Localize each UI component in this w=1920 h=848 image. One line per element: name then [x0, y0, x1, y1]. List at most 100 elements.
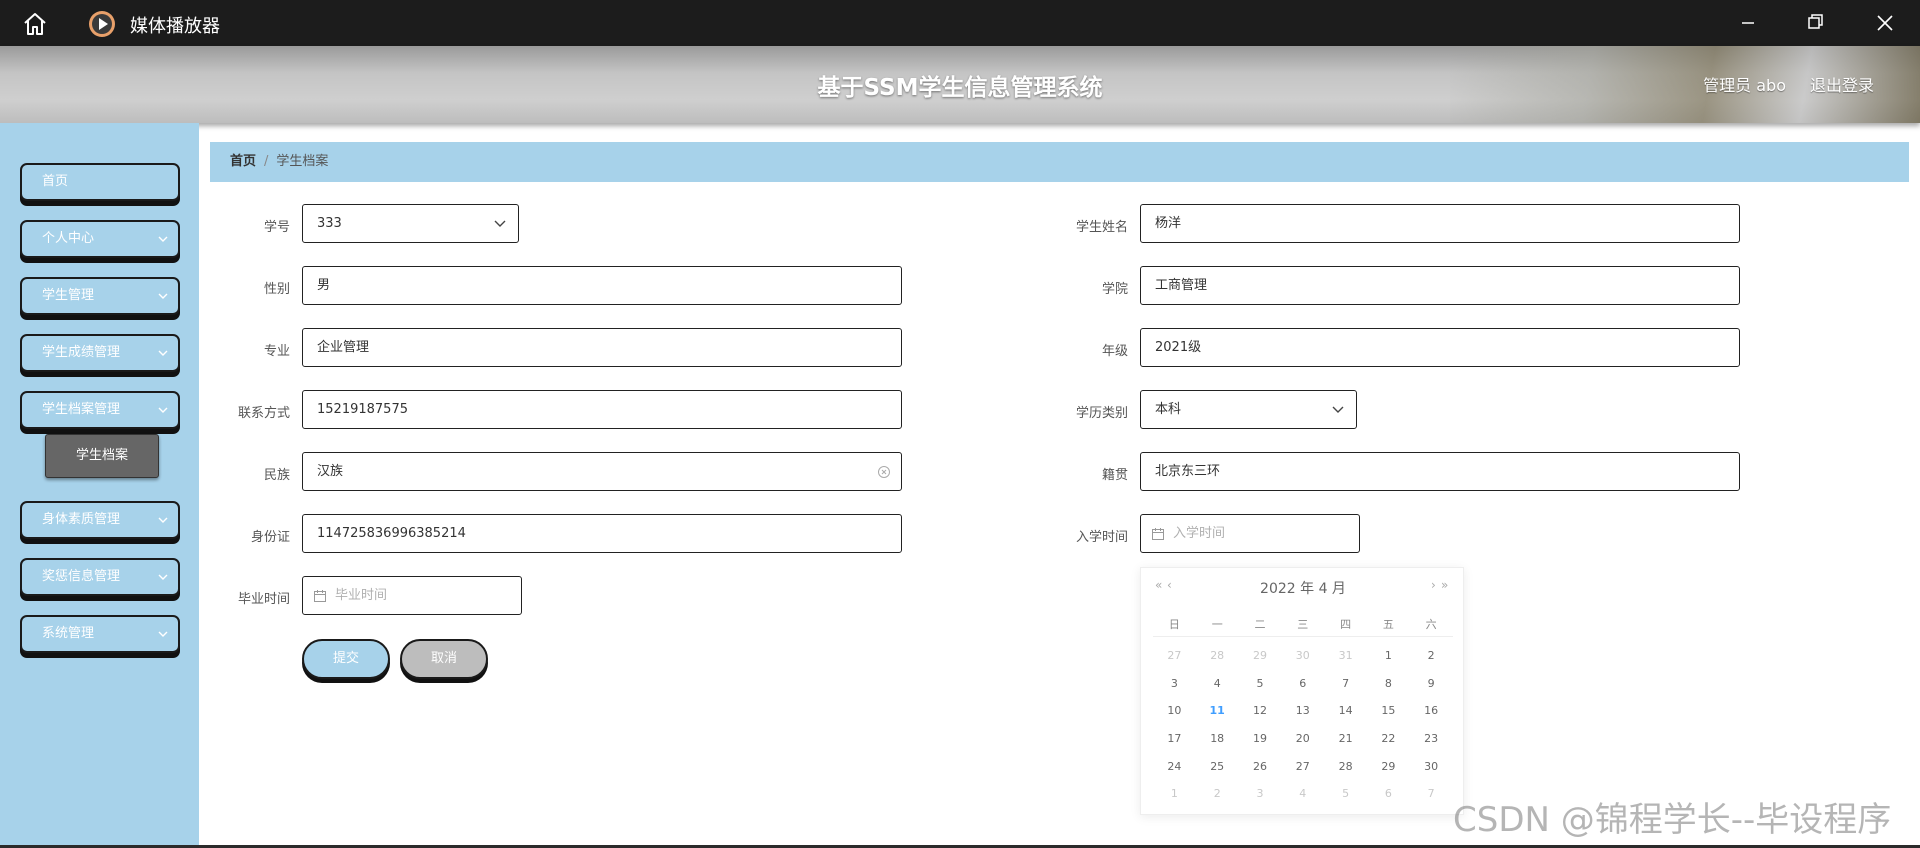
date-cell[interactable]: 20	[1281, 725, 1324, 753]
date-cell[interactable]: 13	[1281, 697, 1324, 725]
enroll-time-datepicker[interactable]: 入学时间	[1140, 514, 1360, 553]
sidebar-item-reward-management[interactable]: 奖惩信息管理	[20, 558, 180, 596]
week-row: 10 11 12 13 14 15 16	[1153, 697, 1453, 725]
sidebar-item-label: 学生档案管理	[42, 402, 121, 417]
date-cell[interactable]: 1	[1367, 642, 1410, 670]
weekday-label: 四	[1340, 618, 1352, 631]
weekday-label: 二	[1254, 618, 1266, 631]
date-cell[interactable]: 23	[1410, 725, 1453, 753]
grade-input[interactable]: 2021级	[1140, 328, 1740, 367]
date-cell[interactable]: 6	[1281, 670, 1324, 698]
date-cell[interactable]: 3	[1153, 670, 1196, 698]
student-name-input[interactable]: 杨洋	[1140, 204, 1740, 243]
college-input[interactable]: 工商管理	[1140, 266, 1740, 305]
sidebar-item-label: 首页	[42, 174, 69, 189]
cancel-button[interactable]: 取消	[400, 639, 488, 679]
sidebar-item-student-management[interactable]: 学生管理	[20, 277, 180, 315]
gender-input[interactable]: 男	[302, 266, 902, 305]
date-cell[interactable]: 4	[1281, 780, 1324, 808]
minimize-icon[interactable]	[1733, 10, 1763, 36]
sidebar-item-system-management[interactable]: 系统管理	[20, 615, 180, 653]
date-cell[interactable]: 21	[1324, 725, 1367, 753]
breadcrumb-home[interactable]: 首页	[230, 154, 256, 169]
education-label: 学历类别	[1075, 406, 1128, 421]
date-cell[interactable]: 28	[1196, 642, 1239, 670]
date-cell[interactable]: 14	[1324, 697, 1367, 725]
date-cell[interactable]: 31	[1324, 642, 1367, 670]
date-cell[interactable]: 24	[1153, 753, 1196, 781]
week-row: 17 18 19 20 21 22 23	[1153, 725, 1453, 753]
id-card-input[interactable]: 114725836996385214	[302, 514, 902, 553]
sidebar-item-label: 系统管理	[42, 626, 95, 641]
restore-icon[interactable]	[1800, 10, 1830, 36]
weekday-label: 六	[1425, 618, 1437, 631]
ethnicity-value: 汉族	[317, 464, 344, 479]
sidebar-item-physical-management[interactable]: 身体素质管理	[20, 501, 180, 539]
clear-icon[interactable]	[877, 465, 891, 479]
date-cell[interactable]: 5	[1239, 670, 1282, 698]
date-cell[interactable]: 2	[1410, 642, 1453, 670]
close-icon[interactable]	[1870, 10, 1900, 36]
sidebar-item-personal-center[interactable]: 个人中心	[20, 220, 180, 258]
date-picker-divider	[1153, 636, 1453, 637]
date-cell[interactable]: 29	[1367, 753, 1410, 781]
enroll-time-label: 入学时间	[1075, 530, 1128, 545]
date-cell[interactable]: 16	[1410, 697, 1453, 725]
date-cell[interactable]: 3	[1239, 780, 1282, 808]
student-no-select[interactable]: 333	[302, 204, 519, 243]
date-cell[interactable]: 9	[1410, 670, 1453, 698]
date-cell[interactable]: 7	[1324, 670, 1367, 698]
ethnicity-input[interactable]: 汉族	[302, 452, 902, 491]
date-cell[interactable]: 18	[1196, 725, 1239, 753]
sidebar-subitem-student-archive[interactable]: 学生档案	[45, 434, 159, 478]
date-cell[interactable]: 26	[1239, 753, 1282, 781]
contact-input[interactable]: 15219187575	[302, 390, 902, 429]
major-input[interactable]: 企业管理	[302, 328, 902, 367]
date-cell[interactable]: 8	[1367, 670, 1410, 698]
next-month-button[interactable]: ›	[1431, 578, 1436, 592]
date-cell[interactable]: 7	[1410, 780, 1453, 808]
submit-button[interactable]: 提交	[302, 639, 390, 679]
date-cell[interactable]: 1	[1153, 780, 1196, 808]
app-header: 基于SSM学生信息管理系统 管理员 abo 退出登录	[0, 46, 1920, 123]
date-cell[interactable]: 30	[1281, 642, 1324, 670]
date-cell[interactable]: 15	[1367, 697, 1410, 725]
week-row: 27 28 29 30 31 1 2	[1153, 642, 1453, 670]
date-cell[interactable]: 6	[1367, 780, 1410, 808]
home-icon[interactable]	[22, 11, 48, 37]
date-cell[interactable]: 27	[1153, 642, 1196, 670]
native-place-label: 籍贯	[1101, 468, 1128, 483]
calendar-icon	[1152, 528, 1164, 540]
date-cell[interactable]: 28	[1324, 753, 1367, 781]
date-cell[interactable]: 29	[1239, 642, 1282, 670]
date-cell[interactable]: 30	[1410, 753, 1453, 781]
system-title: 基于SSM学生信息管理系统	[817, 75, 1103, 101]
date-cell[interactable]: 5	[1324, 780, 1367, 808]
window-titlebar: 媒体播放器	[0, 0, 1920, 46]
week-row: 24 25 26 27 28 29 30	[1153, 753, 1453, 781]
breadcrumb: 首页 / 学生档案	[210, 142, 1909, 182]
native-place-input[interactable]: 北京东三环	[1140, 452, 1740, 491]
sidebar-item-home[interactable]: 首页	[20, 163, 180, 201]
sidebar-item-score-management[interactable]: 学生成绩管理	[20, 334, 180, 372]
date-cell[interactable]: 22	[1367, 725, 1410, 753]
week-row: 3 4 5 6 7 8 9	[1153, 670, 1453, 698]
date-cell-today[interactable]: 11	[1196, 697, 1239, 725]
sidebar-item-archive-management[interactable]: 学生档案管理	[20, 391, 180, 429]
date-cell[interactable]: 25	[1196, 753, 1239, 781]
next-year-button[interactable]: »	[1441, 578, 1448, 592]
date-cell[interactable]: 2	[1196, 780, 1239, 808]
breadcrumb-current: 学生档案	[276, 154, 329, 169]
grad-time-placeholder: 毕业时间	[335, 588, 388, 603]
date-cell[interactable]: 10	[1153, 697, 1196, 725]
date-cell[interactable]: 27	[1281, 753, 1324, 781]
weekday-label: 日	[1168, 618, 1180, 631]
date-cell[interactable]: 12	[1239, 697, 1282, 725]
date-cell[interactable]: 17	[1153, 725, 1196, 753]
logout-link[interactable]: 退出登录	[1810, 72, 1874, 96]
education-select[interactable]: 本科	[1140, 390, 1357, 429]
grad-time-datepicker[interactable]: 毕业时间	[302, 576, 522, 615]
student-no-value: 333	[317, 216, 342, 231]
date-cell[interactable]: 19	[1239, 725, 1282, 753]
date-cell[interactable]: 4	[1196, 670, 1239, 698]
